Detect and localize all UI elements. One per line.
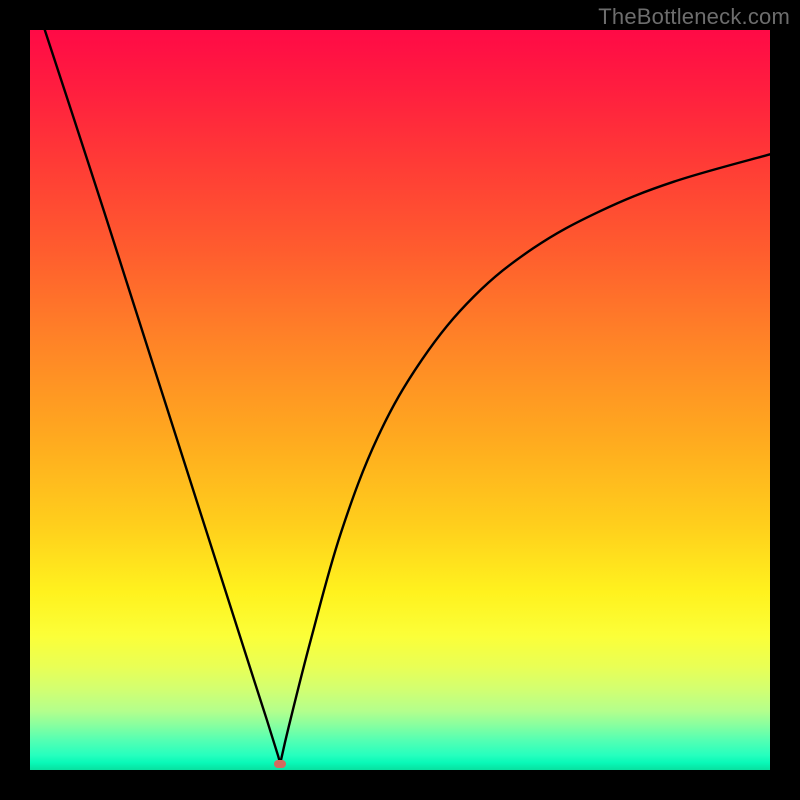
chart-curve (30, 30, 770, 770)
curve-right-branch (280, 154, 770, 764)
curve-left-branch (45, 30, 280, 764)
bottleneck-marker (274, 760, 286, 768)
watermark-text: TheBottleneck.com (598, 4, 790, 30)
plot-area (30, 30, 770, 770)
chart-frame: TheBottleneck.com (0, 0, 800, 800)
